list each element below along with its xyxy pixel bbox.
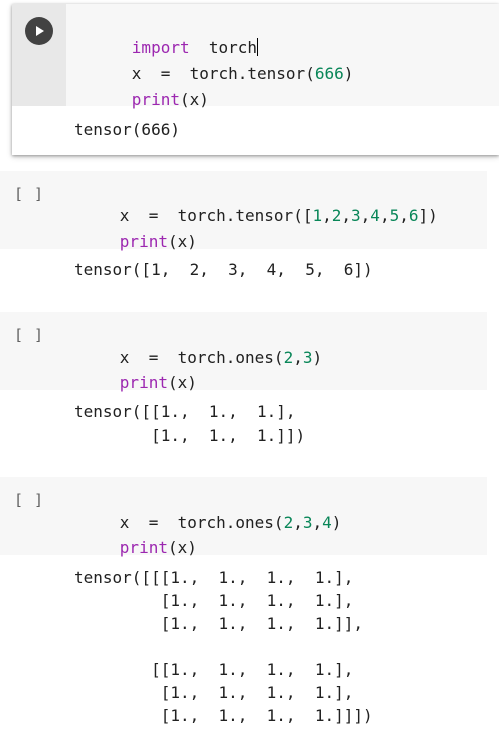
code-token-number: 2 [283, 513, 294, 532]
code-line[interactable]: print(x) [62, 518, 197, 557]
code-token-keyword: print [131, 90, 180, 109]
cell-output: [[1., 1., 1., 1.], [74, 660, 354, 679]
code-token: (x) [167, 373, 197, 392]
code-token: , [322, 206, 332, 225]
code-token: , [293, 513, 303, 532]
run-cell-button[interactable] [25, 17, 53, 45]
code-line[interactable]: x = torch.tensor([1,2,3,4,5,6]) [62, 186, 438, 225]
code-token: (x) [167, 538, 197, 557]
cell-output: [1., 1., 1., 1.]]]) [74, 706, 373, 725]
code-token: ) [312, 348, 323, 367]
cell-output: [1., 1., 1., 1.]], [74, 614, 363, 633]
code-token: ) [331, 513, 342, 532]
cell-output: [1., 1., 1.]]) [74, 426, 306, 445]
code-line[interactable]: print(x) [74, 70, 209, 109]
code-line[interactable]: print(x) [62, 353, 197, 392]
code-token-keyword: print [119, 538, 168, 557]
code-token: ]) [418, 206, 438, 225]
notebook: import torch x = torch.tensor(666) print… [0, 0, 499, 737]
code-token-number: 4 [370, 206, 380, 225]
code-token-keyword: print [119, 373, 168, 392]
code-line[interactable]: x = torch.ones(2,3) [62, 328, 322, 367]
cell-output: tensor([[1., 1., 1.], [74, 402, 296, 421]
code-token: , [360, 206, 371, 225]
code-line[interactable]: x = torch.ones(2,3,4) [62, 493, 342, 532]
play-icon [36, 26, 44, 36]
run-cell-button[interactable]: [ ] [14, 491, 44, 509]
code-token-number: 6 [408, 206, 419, 225]
cell-output: [1., 1., 1., 1.], [74, 591, 354, 610]
code-token-number: 1 [312, 206, 323, 225]
code-cell-2[interactable]: [ ] x = torch.tensor([1,2,3,4,5,6]) prin… [0, 171, 487, 251]
run-cell-button[interactable]: [ ] [14, 326, 44, 344]
cell-output: tensor([[[1., 1., 1., 1.], [74, 568, 354, 587]
cell-output: tensor(666) [74, 120, 180, 139]
code-token-number: 2 [331, 206, 342, 225]
cell-output: tensor([1, 2, 3, 4, 5, 6]) [74, 260, 373, 279]
code-token: ) [343, 64, 354, 83]
code-token: (x) [167, 232, 197, 251]
code-line[interactable]: import torch [74, 18, 259, 57]
code-token-number: 2 [283, 348, 294, 367]
code-token: (x) [179, 90, 209, 109]
code-token-number: 4 [322, 513, 332, 532]
code-token-number: 666 [314, 64, 344, 83]
code-token: , [293, 348, 303, 367]
code-token-number: 5 [389, 206, 400, 225]
code-token-keyword: print [119, 232, 168, 251]
cell-output: [1., 1., 1., 1.], [74, 683, 354, 702]
code-token: , [341, 206, 352, 225]
code-cell-3[interactable]: [ ] x = torch.ones(2,3) print(x) [0, 312, 487, 392]
code-line[interactable]: print(x) [62, 212, 197, 251]
code-token-number: 3 [351, 206, 361, 225]
code-token: , [379, 206, 390, 225]
code-cell-1[interactable]: import torch x = torch.tensor(666) print… [12, 4, 499, 155]
code-token: , [312, 513, 323, 532]
code-cell-4[interactable]: [ ] x = torch.ones(2,3,4) print(x) [0, 477, 487, 557]
code-line[interactable]: x = torch.tensor(666) [74, 44, 354, 83]
code-token: , [399, 206, 409, 225]
run-cell-button[interactable]: [ ] [14, 185, 44, 203]
